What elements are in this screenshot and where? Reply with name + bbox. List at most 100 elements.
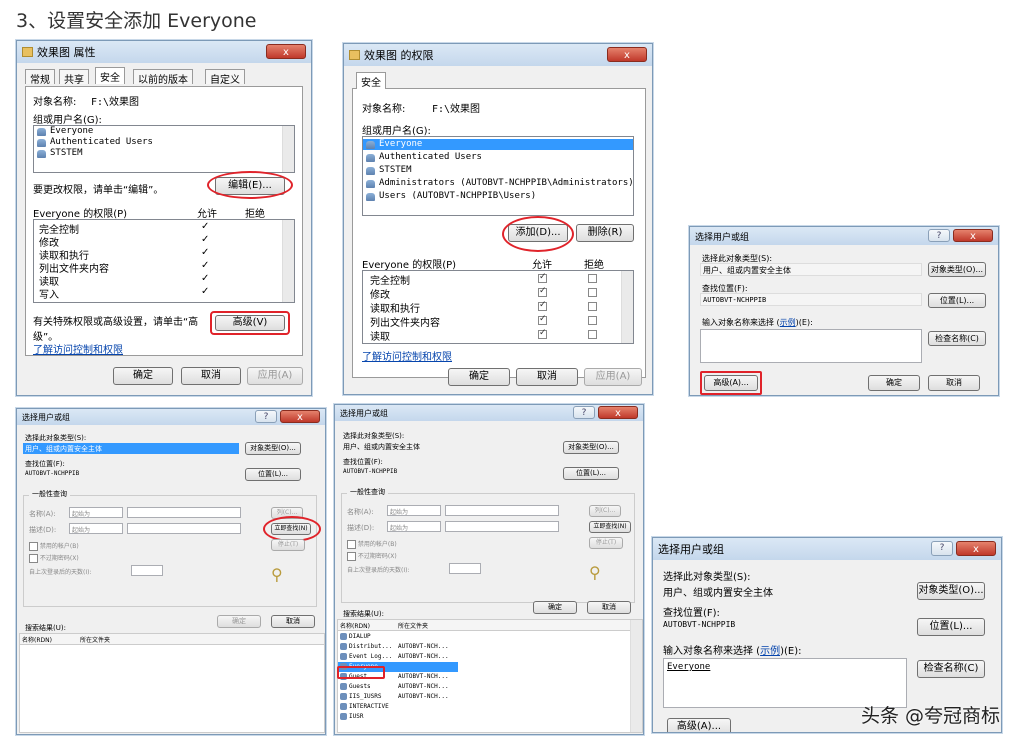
- allow-checkbox[interactable]: [538, 328, 547, 339]
- desc-starts-select[interactable]: 起始为: [69, 523, 123, 534]
- object-types-button[interactable]: 对象类型(O)...: [928, 262, 986, 277]
- tab-security[interactable]: 安全: [95, 67, 125, 84]
- help-button[interactable]: ?: [928, 229, 950, 242]
- object-names-input[interactable]: [700, 329, 922, 363]
- name-starts-select[interactable]: 起始为: [69, 507, 123, 518]
- help-button[interactable]: ?: [931, 541, 953, 556]
- scrollbar[interactable]: [630, 620, 642, 732]
- cancel-button[interactable]: 取消: [516, 368, 578, 386]
- name-input[interactable]: [127, 507, 241, 518]
- ok-button[interactable]: 确定: [533, 601, 577, 614]
- cancel-button[interactable]: 取消: [928, 375, 980, 391]
- deny-checkbox[interactable]: [588, 274, 597, 283]
- list-item[interactable]: Authenticated Users: [363, 152, 633, 163]
- find-now-button[interactable]: 立即查找(N): [589, 521, 631, 533]
- ok-button[interactable]: 确定: [113, 367, 173, 385]
- close-button[interactable]: x: [953, 229, 993, 242]
- deny-checkbox[interactable]: [588, 288, 597, 297]
- desc-input[interactable]: [127, 523, 241, 534]
- list-item[interactable]: Users (AUTOBVT-NCHPPIB\Users): [363, 191, 633, 202]
- columns-button[interactable]: 列(C)...: [589, 505, 621, 517]
- list-item[interactable]: Everyone: [363, 139, 633, 150]
- object-types-button[interactable]: 对象类型(O)...: [917, 582, 985, 600]
- days-select[interactable]: [131, 565, 163, 576]
- scrollbar[interactable]: [282, 220, 294, 302]
- table-row[interactable]: IIS_IUSRS AUTOBVT-NCH...: [338, 692, 632, 702]
- locations-button[interactable]: 位置(L)...: [245, 468, 301, 481]
- examples-link[interactable]: 示例: [760, 646, 780, 657]
- list-item[interactable]: Administrators (AUTOBVT-NCHPPIB\Administ…: [363, 178, 633, 189]
- allow-checkbox[interactable]: [538, 272, 547, 283]
- allow-checkbox[interactable]: [538, 300, 547, 311]
- list-item[interactable]: Authenticated Users: [34, 137, 294, 148]
- checkbox[interactable]: [29, 542, 38, 551]
- disabled-accounts[interactable]: 禁用的帐户(B): [347, 539, 397, 549]
- column-folder[interactable]: 所在文件夹: [398, 621, 428, 630]
- table-row[interactable]: INTERACTIVE: [338, 702, 632, 712]
- close-button[interactable]: x: [598, 406, 638, 419]
- tab-common-queries[interactable]: 一般性查询: [29, 489, 70, 499]
- disabled-accounts[interactable]: 禁用的帐户(B): [29, 541, 79, 551]
- name-starts-select[interactable]: 起始为: [387, 505, 441, 516]
- non-expiring[interactable]: 不过期密码(X): [347, 551, 397, 561]
- tab-common-queries[interactable]: 一般性查询: [347, 487, 388, 497]
- name-input[interactable]: [445, 505, 559, 516]
- ok-button[interactable]: 确定: [448, 368, 510, 386]
- scrollbar[interactable]: [621, 271, 633, 343]
- help-button[interactable]: ?: [255, 410, 277, 423]
- table-row[interactable]: IUSR: [338, 712, 632, 722]
- tab-general[interactable]: 常规: [25, 69, 55, 86]
- object-types-button[interactable]: 对象类型(O)...: [245, 442, 301, 455]
- column-folder[interactable]: 所在文件夹: [80, 635, 110, 644]
- ok-button[interactable]: 确定: [217, 615, 261, 628]
- advanced-button[interactable]: 高级(A)...: [667, 718, 731, 732]
- table-row[interactable]: Guests AUTOBVT-NCH...: [338, 682, 632, 692]
- desc-input[interactable]: [445, 521, 559, 532]
- help-button[interactable]: ?: [573, 406, 595, 419]
- tab-customize[interactable]: 自定义: [205, 69, 245, 86]
- allow-checkbox[interactable]: [538, 286, 547, 297]
- object-types-button[interactable]: 对象类型(O)...: [563, 441, 619, 454]
- check-names-button[interactable]: 检查名称(C): [928, 331, 986, 346]
- learn-link[interactable]: 了解访问控制和权限: [33, 341, 123, 356]
- deny-checkbox[interactable]: [588, 330, 597, 339]
- close-button[interactable]: x: [607, 47, 647, 62]
- table-row[interactable]: Distribut... AUTOBVT-NCH...: [338, 642, 632, 652]
- cancel-button[interactable]: 取消: [271, 615, 315, 628]
- deny-checkbox[interactable]: [588, 302, 597, 311]
- deny-checkbox[interactable]: [588, 316, 597, 325]
- examples-link[interactable]: 示例: [780, 318, 796, 327]
- user-list[interactable]: Everyone Authenticated Users STSTEM Admi…: [362, 136, 634, 216]
- checkbox[interactable]: [347, 540, 356, 549]
- apply-button[interactable]: 应用(A): [247, 367, 303, 385]
- locations-button[interactable]: 位置(L)...: [928, 293, 986, 308]
- ok-button[interactable]: 确定: [868, 375, 920, 391]
- column-name[interactable]: 名称(RDN): [22, 635, 52, 644]
- desc-starts-select[interactable]: 起始为: [387, 521, 441, 532]
- non-expiring[interactable]: 不过期密码(X): [29, 553, 79, 563]
- apply-button[interactable]: 应用(A): [584, 368, 642, 386]
- stop-button[interactable]: 停止(T): [271, 539, 305, 551]
- stop-button[interactable]: 停止(T): [589, 537, 623, 549]
- locations-button[interactable]: 位置(L)...: [563, 467, 619, 480]
- tab-sharing[interactable]: 共享: [59, 69, 89, 86]
- user-list[interactable]: Everyone Authenticated Users STSTEM: [33, 125, 295, 173]
- learn-link[interactable]: 了解访问控制和权限: [362, 348, 452, 363]
- allow-checkbox[interactable]: [538, 314, 547, 325]
- list-item[interactable]: STSTEM: [34, 148, 294, 159]
- close-button[interactable]: x: [280, 410, 320, 423]
- column-name[interactable]: 名称(RDN): [340, 621, 370, 630]
- checkbox[interactable]: [29, 554, 38, 563]
- table-row[interactable]: Event Log... AUTOBVT-NCH...: [338, 652, 632, 662]
- checkbox[interactable]: [347, 552, 356, 561]
- scrollbar[interactable]: [282, 126, 294, 172]
- list-item[interactable]: STSTEM: [363, 165, 633, 176]
- table-row[interactable]: DIALUP: [338, 632, 632, 642]
- tab-security[interactable]: 安全: [356, 72, 386, 89]
- results-list[interactable]: 名称(RDN) 所在文件夹: [19, 633, 325, 733]
- tab-previous-versions[interactable]: 以前的版本: [133, 69, 193, 86]
- close-button[interactable]: x: [956, 541, 996, 556]
- days-select[interactable]: [449, 563, 481, 574]
- cancel-button[interactable]: 取消: [181, 367, 241, 385]
- locations-button[interactable]: 位置(L)...: [917, 618, 985, 636]
